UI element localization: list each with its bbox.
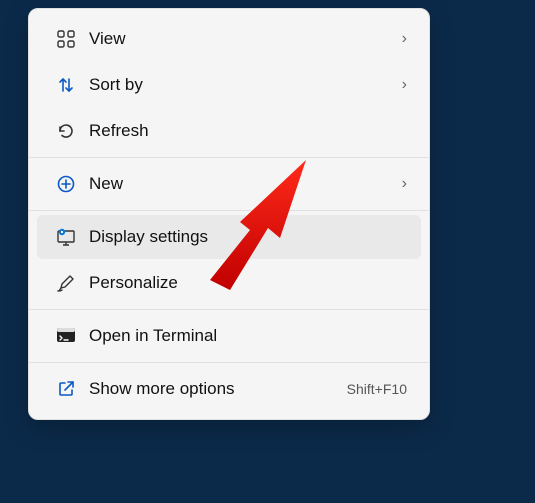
menu-item-label: View (81, 29, 402, 49)
chevron-right-icon: › (402, 76, 407, 94)
menu-item-display-settings[interactable]: Display settings (37, 215, 421, 259)
separator (29, 210, 429, 211)
grid-icon (51, 29, 81, 49)
chevron-right-icon: › (402, 175, 407, 193)
display-gear-icon (51, 227, 81, 247)
menu-item-new[interactable]: New › (37, 162, 421, 206)
menu-item-label: Display settings (81, 227, 407, 247)
separator (29, 362, 429, 363)
menu-item-shortcut: Shift+F10 (347, 381, 407, 397)
menu-item-label: Refresh (81, 121, 407, 141)
menu-item-open-terminal[interactable]: Open in Terminal (37, 314, 421, 358)
desktop-context-menu: View › Sort by › Refresh New › Display s… (28, 8, 430, 420)
brush-icon (51, 273, 81, 293)
separator (29, 157, 429, 158)
menu-item-refresh[interactable]: Refresh (37, 109, 421, 153)
menu-item-personalize[interactable]: Personalize (37, 261, 421, 305)
menu-item-label: New (81, 174, 402, 194)
menu-item-label: Open in Terminal (81, 326, 407, 346)
plus-circle-icon (51, 174, 81, 194)
menu-item-label: Show more options (81, 379, 347, 399)
menu-item-sort[interactable]: Sort by › (37, 63, 421, 107)
sort-icon (51, 75, 81, 95)
menu-item-label: Personalize (81, 273, 407, 293)
refresh-icon (51, 121, 81, 141)
menu-item-show-more-options[interactable]: Show more options Shift+F10 (37, 367, 421, 411)
external-icon (51, 379, 81, 399)
terminal-icon (51, 327, 81, 345)
menu-item-label: Sort by (81, 75, 402, 95)
chevron-right-icon: › (402, 30, 407, 48)
separator (29, 309, 429, 310)
menu-item-view[interactable]: View › (37, 17, 421, 61)
